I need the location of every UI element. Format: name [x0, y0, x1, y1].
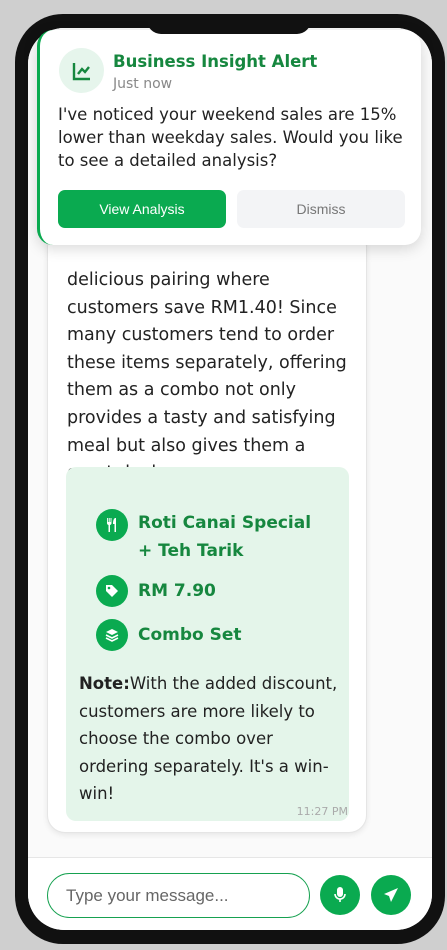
product-name: Roti Canai Special + Teh Tarik [138, 513, 312, 561]
product-item: Roti Canai Special + Teh Tarik [96, 509, 328, 565]
layers-icon [96, 619, 128, 651]
message-input[interactable]: Type your message... [47, 873, 310, 918]
mic-button[interactable] [320, 875, 360, 915]
message-time: 11:27 PM [296, 805, 348, 818]
message-text: delicious pairing where customers save R… [67, 270, 347, 483]
combo-type: Combo Set [138, 625, 242, 645]
microphone-icon [334, 887, 346, 902]
notification-title: Business Insight Alert [113, 52, 318, 71]
dismiss-button[interactable]: Dismiss [237, 190, 405, 228]
notification-time: Just now [113, 76, 173, 92]
note-text: With the added discount, customers are m… [79, 674, 338, 804]
insight-notification: Business Insight Alert Just now I've not… [37, 30, 421, 245]
phone-notch [147, 14, 311, 34]
utensils-icon [96, 509, 128, 541]
send-icon [384, 888, 398, 902]
type-item: Combo Set [96, 619, 242, 651]
tag-icon [96, 575, 128, 607]
combo-card: Roti Canai Special + Teh Tarik RM 7.90 C… [66, 467, 349, 821]
send-button[interactable] [371, 875, 411, 915]
chart-line-icon [59, 48, 104, 93]
bot-message-bubble: delicious pairing where customers save R… [47, 228, 367, 833]
note-label: Note: [79, 674, 130, 693]
price-item: RM 7.90 [96, 575, 216, 607]
note: Note:With the added discount, customers … [79, 670, 341, 808]
composer-bar: Type your message... [28, 857, 432, 930]
notification-message: I've noticed your weekend sales are 15% … [58, 105, 403, 170]
price: RM 7.90 [138, 581, 216, 601]
view-analysis-button[interactable]: View Analysis [58, 190, 226, 228]
